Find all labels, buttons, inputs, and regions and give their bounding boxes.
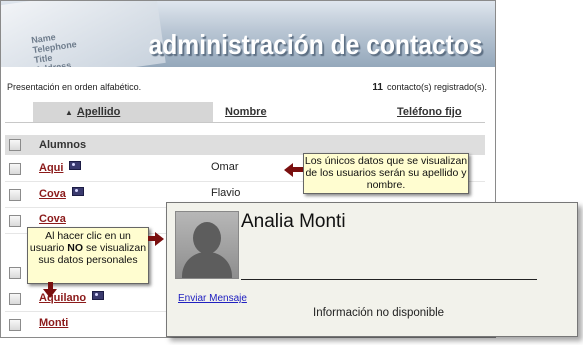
group-checkbox[interactable] — [9, 139, 21, 151]
surname-link[interactable]: Cova — [39, 213, 66, 225]
row-checkbox[interactable] — [9, 215, 21, 227]
sorted-column-highlight — [33, 102, 213, 122]
surname-text: Cova — [39, 188, 66, 200]
row-checkbox[interactable] — [9, 319, 21, 331]
row-checkbox[interactable] — [9, 163, 21, 175]
column-telefono-fijo[interactable]: Teléfono fijo — [397, 106, 462, 118]
page-title: administración de contactos — [148, 29, 483, 60]
contact-name: Analia Monti — [241, 211, 346, 232]
contact-card-icon[interactable] — [92, 291, 105, 300]
send-message-link[interactable]: Enviar Mensaje — [178, 293, 247, 304]
sort-up-icon: ▲ — [65, 108, 73, 117]
callout-arrow-right-icon — [155, 232, 164, 246]
first-name: Flavio — [211, 187, 241, 199]
surname-text: Aqui — [39, 162, 64, 174]
contact-count-label: contacto(s) registrado(s). — [386, 82, 487, 92]
table-header: ▲ Apellido Nombre Teléfono fijo — [5, 102, 485, 123]
surname-link[interactable]: Monti — [39, 317, 68, 329]
row-checkbox[interactable] — [9, 293, 21, 305]
row-checkbox[interactable] — [9, 267, 21, 279]
tooltip-names-only: Los únicos datos que se visualizan de lo… — [303, 153, 469, 194]
tooltip-no-personal-data: Al hacer clic en un usuario NO se visual… — [27, 227, 149, 284]
contact-count: 11 contacto(s) registrado(s). — [372, 82, 487, 93]
contact-card-icon[interactable] — [71, 187, 84, 196]
contact-popup: Analia Monti Enviar Mensaje Información … — [166, 202, 578, 337]
avatar-body — [182, 252, 232, 278]
column-apellido-label: Apellido — [76, 106, 121, 118]
row-checkbox[interactable] — [9, 189, 21, 201]
group-row-alumnos: Alumnos — [5, 135, 485, 155]
header-banner: Name Telephone Title Address administrac… — [1, 1, 495, 67]
callout-arrow-down-icon — [43, 289, 57, 298]
surname-link[interactable]: Aqui — [39, 161, 82, 174]
name-underline — [241, 279, 537, 280]
avatar-head — [193, 222, 221, 254]
first-name: Omar — [211, 161, 239, 173]
summary-bar: Presentación en orden alfabético. 11 cont… — [7, 82, 487, 93]
tooltip-text-bold: NO — [67, 242, 84, 254]
banner-background-image: Name Telephone Title Address — [1, 1, 166, 67]
order-text: Presentación en orden alfabético. — [7, 82, 142, 92]
group-label: Alumnos — [39, 139, 87, 151]
no-info-text: Información no disponible — [313, 307, 445, 319]
avatar-placeholder-icon — [175, 211, 239, 279]
contact-count-number: 11 — [372, 82, 383, 93]
surname-link[interactable]: Cova — [39, 187, 84, 200]
callout-arrow-left-icon — [284, 163, 293, 177]
contact-card-icon[interactable] — [69, 161, 82, 170]
column-apellido[interactable]: ▲ Apellido — [65, 106, 120, 118]
column-nombre[interactable]: Nombre — [225, 106, 267, 118]
